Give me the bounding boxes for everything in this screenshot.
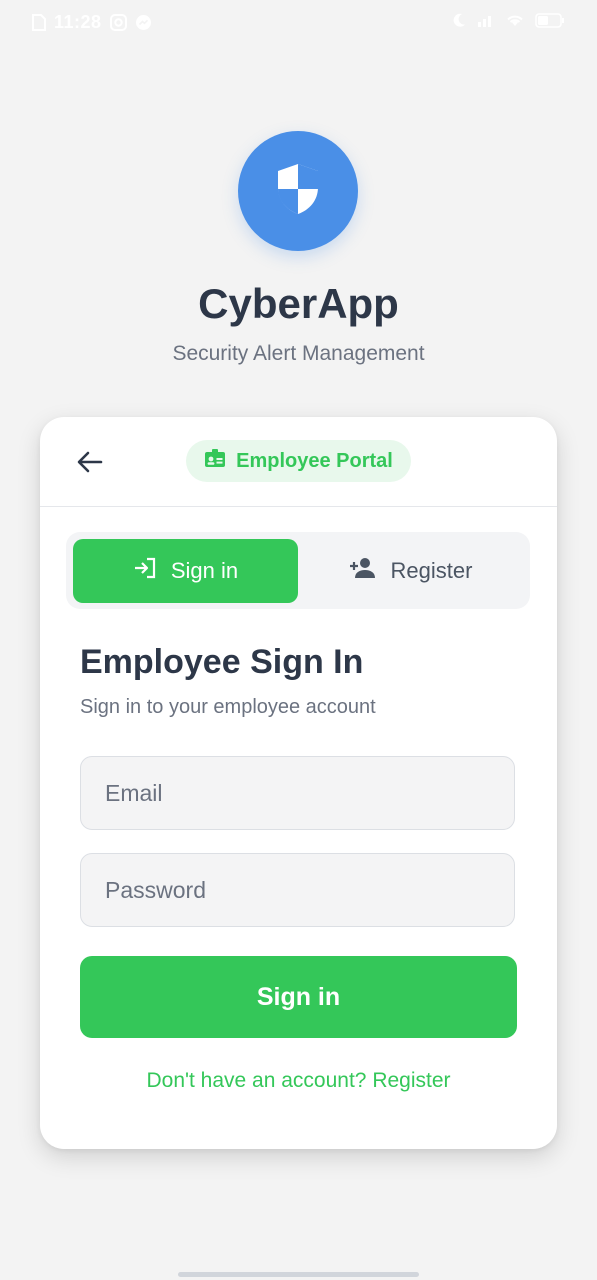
home-indicator[interactable] [178,1272,419,1277]
tab-register-label: Register [390,558,473,583]
portal-label: Employee Portal [236,449,393,472]
messenger-icon [135,14,152,31]
app-title: CyberApp [198,280,399,327]
login-icon [133,557,157,585]
tab-sign-in-label: Sign in [170,558,239,583]
instagram-icon [109,14,127,31]
signal-icon [477,12,495,28]
tab-register[interactable]: Register [298,539,523,603]
form-title: Employee Sign In [80,643,364,681]
id-badge-icon [204,448,226,474]
battery-icon [535,12,565,28]
arrow-left-icon [77,451,103,478]
status-bar: 11:28 [0,0,597,46]
register-link[interactable]: Don't have an account? Register [40,1069,557,1093]
email-field[interactable] [80,756,515,830]
back-button[interactable] [70,444,110,484]
form-subtitle: Sign in to your employee account [80,696,376,718]
password-field[interactable] [80,853,515,927]
sign-in-card: Employee Portal Sign in Register Employe… [40,417,557,1149]
moon-icon [451,12,467,28]
employee-portal-badge: Employee Portal [186,440,411,482]
wifi-icon [505,12,525,28]
file-icon [32,14,46,31]
tab-sign-in[interactable]: Sign in [73,539,298,603]
app-subtitle: Security Alert Management [172,342,425,365]
shield-icon [273,162,323,221]
sign-in-button[interactable]: Sign in [80,956,517,1038]
card-header: Employee Portal [40,417,557,507]
status-left: 11:28 [32,12,152,33]
app-logo [238,131,358,251]
status-right [451,12,565,28]
auth-tabs: Sign in Register [66,532,530,609]
person-add-icon [349,557,377,585]
status-time: 11:28 [54,12,102,32]
